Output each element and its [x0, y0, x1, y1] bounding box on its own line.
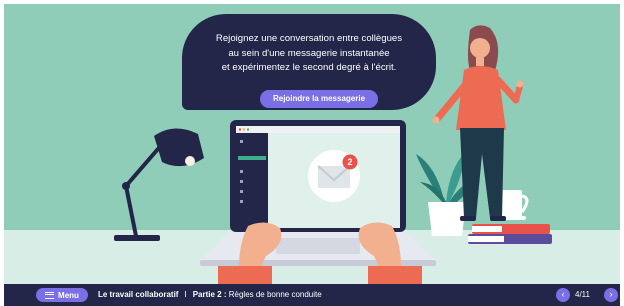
illustration-stage: 2 Rejoignez une conversation entre collè…	[4, 4, 620, 284]
notification-count: 2	[347, 157, 352, 167]
menu-button[interactable]: Menu	[36, 288, 88, 302]
page-counter: 4/11	[575, 290, 590, 299]
bottom-navigation-bar: Menu Le travail collaboratif I Partie 2 : …	[4, 284, 620, 306]
join-messaging-button[interactable]: Rejoindre la messagerie	[260, 90, 378, 108]
module-title: Le travail collaboratif	[98, 290, 179, 299]
bubble-line-3: et expérimentez le second degré à l'écri…	[221, 62, 397, 73]
bubble-line-1: Rejoignez une conversation entre collègu…	[215, 33, 403, 44]
bubble-message: Rejoignez une conversation entre collègu…	[182, 32, 436, 76]
hamburger-icon	[45, 291, 55, 299]
bubble-line-2: au sein d'une messagerie instantanée	[228, 47, 390, 59]
envelope-icon	[317, 165, 351, 188]
breadcrumb-separator: I	[184, 290, 187, 299]
menu-label: Menu	[58, 290, 79, 300]
part-title: Règles de bonne conduite	[228, 290, 322, 299]
chevron-right-icon: ›	[609, 289, 613, 299]
next-page-button[interactable]: ›	[604, 288, 618, 302]
chevron-left-icon: ‹	[561, 289, 565, 299]
breadcrumb: Le travail collaboratif I Partie 2 : Règle…	[98, 290, 322, 299]
previous-page-button[interactable]: ‹	[556, 288, 570, 302]
part-label: Partie 2 :	[192, 290, 227, 299]
